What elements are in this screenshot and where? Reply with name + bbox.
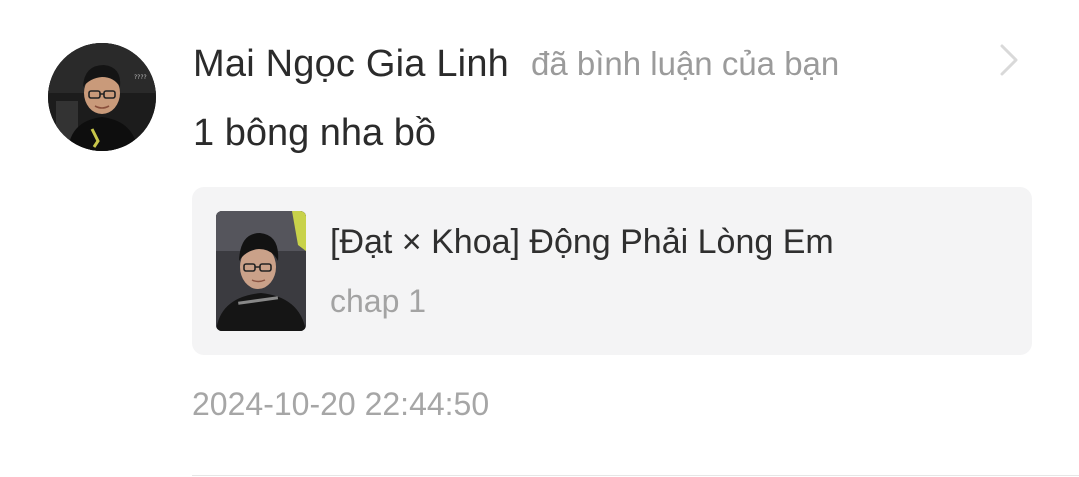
divider bbox=[192, 475, 1079, 476]
linked-content-title: [Đạt × Khoa] Động Phải Lòng Em bbox=[330, 223, 834, 261]
avatar-photo-icon: ???? bbox=[48, 43, 156, 151]
linked-content-subtitle: chap 1 bbox=[330, 283, 427, 319]
story-thumbnail[interactable] bbox=[216, 211, 306, 331]
user-avatar[interactable]: ???? bbox=[48, 43, 156, 151]
user-name[interactable]: Mai Ngọc Gia Linh bbox=[193, 43, 509, 86]
action-text: đã bình luận của bạn bbox=[531, 45, 840, 82]
chevron-right-icon[interactable] bbox=[994, 42, 1022, 78]
timestamp: 2024-10-20 22:44:50 bbox=[192, 386, 490, 422]
notification-header: Mai Ngọc Gia Linh đã bình luận của bạn bbox=[193, 36, 839, 92]
comment-text: 1 bông nha bồ bbox=[193, 112, 437, 154]
notification-item[interactable]: ???? Mai Ngọc Gia Linh đã bình luận của … bbox=[0, 0, 1079, 477]
story-cover-photo-icon bbox=[216, 211, 306, 331]
linked-content-card[interactable]: [Đạt × Khoa] Động Phải Lòng Em chap 1 bbox=[192, 187, 1032, 355]
svg-text:????: ???? bbox=[134, 74, 147, 81]
